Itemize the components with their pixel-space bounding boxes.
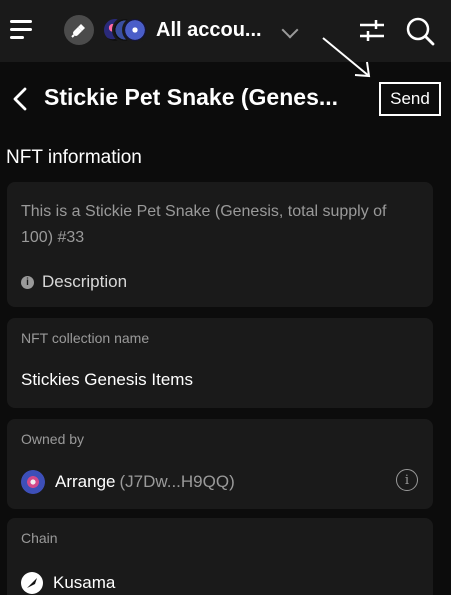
owner-card: Owned by Arrange (J7Dw...H9QQ) i (7, 419, 433, 509)
search-icon[interactable] (403, 14, 437, 48)
collection-card: NFT collection name Stickies Genesis Ite… (7, 318, 433, 408)
filter-sliders-icon[interactable] (357, 16, 387, 46)
page-title: Stickie Pet Snake (Genes... (44, 84, 339, 110)
chain-row: Kusama (21, 570, 115, 595)
chevron-down-icon (281, 21, 299, 39)
chain-label: Chain (21, 530, 58, 546)
account-selector[interactable]: All accou... (60, 12, 305, 50)
info-icon: i (21, 275, 34, 289)
owner-address: (J7Dw...H9QQ) (119, 472, 235, 491)
account-label: All accou... (156, 19, 262, 41)
description-link-label: Description (42, 272, 128, 291)
collection-label: NFT collection name (21, 330, 150, 346)
description-link[interactable]: i Description (21, 270, 127, 294)
plug-icon (64, 15, 94, 45)
collection-value: Stickies Genesis Items (21, 370, 193, 389)
top-bar: All accou... (0, 0, 451, 62)
chain-card: Chain Kusama (7, 518, 433, 595)
chain-value: Kusama (53, 573, 116, 592)
nft-description-text: This is a Stickie Pet Snake (Genesis, to… (21, 203, 387, 246)
page-header: Stickie Pet Snake (Genes... Send (0, 62, 451, 136)
owner-row: Arrange (J7Dw...H9QQ) (21, 469, 235, 495)
owner-name: Arrange (55, 472, 116, 491)
description-card: This is a Stickie Pet Snake (Genesis, to… (7, 182, 433, 307)
back-chevron-left-icon[interactable] (8, 84, 36, 114)
kusama-chain-icon (21, 572, 43, 594)
owner-label: Owned by (21, 431, 85, 447)
menu-icon[interactable] (8, 15, 36, 45)
owner-info-icon[interactable]: i (396, 469, 418, 491)
account-avatars (102, 17, 150, 43)
owner-avatar (21, 470, 45, 494)
send-button[interactable]: Send (379, 82, 441, 116)
section-title-nft-information: NFT information (6, 147, 142, 168)
